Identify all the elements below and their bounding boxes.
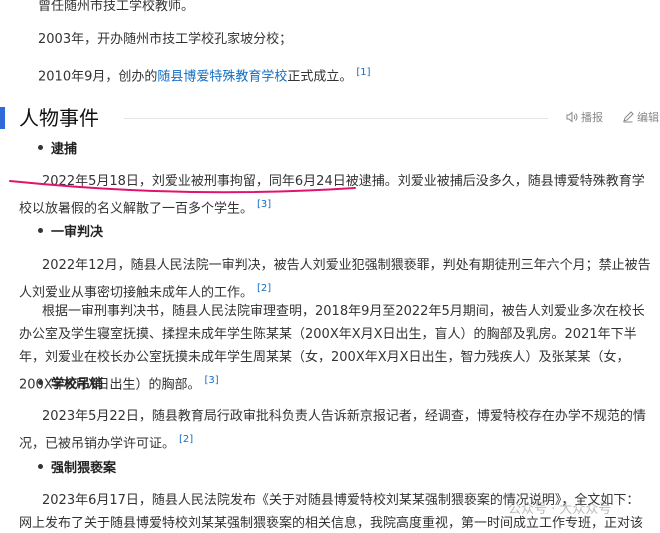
pencil-icon bbox=[623, 111, 634, 123]
section-divider bbox=[124, 118, 548, 119]
event-paragraph: 2022年5月18日，刘爱业被刑事拘留，同年6月24日被逮捕。刘爱业被捕后没多久… bbox=[19, 170, 651, 220]
citation-ref[interactable]: [2] bbox=[179, 434, 193, 445]
intro-line-1: 曾任随州市技工学校教师。 bbox=[38, 0, 195, 14]
section-title: 人物事件 bbox=[19, 106, 99, 130]
broadcast-button[interactable]: 播报 bbox=[566, 110, 603, 126]
event-heading-text: 强制猥亵案 bbox=[51, 461, 117, 476]
paragraph-text: 2023年5月22日，随县教育局行政审批科负责人告诉新京报记者，经调查，博爱特校… bbox=[19, 409, 646, 452]
citation-ref[interactable]: [3] bbox=[257, 199, 271, 210]
broadcast-label: 播报 bbox=[581, 111, 603, 124]
paragraph-text: 2022年12月，随县人民法院一审判决，被告人刘爱业犯强制猥亵罪，判处有期徒刑三… bbox=[19, 258, 651, 301]
paragraph-text: 根据一审刑事判决书，随县人民法院审理查明，2018年9月至2022年5月期间，被… bbox=[19, 304, 645, 393]
intro-line-2: 2003年，开办随州市技工学校孔家坡分校； bbox=[38, 32, 293, 47]
citation-ref[interactable]: [2] bbox=[257, 283, 271, 294]
bullet-dot bbox=[38, 380, 43, 385]
edit-button[interactable]: 编辑 bbox=[622, 110, 659, 126]
event-paragraph: 2022年12月，随县人民法院一审判决，被告人刘爱业犯强制猥亵罪，判处有期徒刑三… bbox=[19, 254, 651, 304]
speaker-icon bbox=[566, 111, 578, 123]
event-heading-text: 一审判决 bbox=[51, 225, 104, 240]
event-heading-first-trial: 一审判决 bbox=[38, 223, 103, 243]
intro-line-3-suffix: 正式成立。 bbox=[287, 69, 353, 85]
section-accent-bar bbox=[0, 107, 5, 129]
citation-ref[interactable]: [1] bbox=[356, 67, 370, 78]
citation-ref[interactable]: [3] bbox=[205, 375, 219, 386]
edit-label: 编辑 bbox=[637, 111, 659, 124]
intro-line-3: 2010年9月，创办的随县博爱特殊教育学校正式成立。 [1] bbox=[38, 61, 660, 88]
school-link[interactable]: 随县博爱特殊教育学校 bbox=[157, 69, 287, 84]
event-heading-license-revoked: 学校吊销 bbox=[38, 375, 103, 395]
event-heading-arrest: 逮捕 bbox=[38, 140, 77, 160]
bullet-dot bbox=[38, 228, 43, 233]
event-heading-indecency-case: 强制猥亵案 bbox=[38, 459, 116, 479]
event-heading-text: 逮捕 bbox=[51, 142, 78, 157]
bullet-dot bbox=[38, 145, 43, 150]
watermark: 公众号 · 大众众号 bbox=[508, 502, 612, 517]
intro-line-3-prefix: 2010年9月，创办的 bbox=[38, 69, 158, 85]
event-paragraph: 2023年5月22日，随县教育局行政审批科负责人告诉新京报记者，经调查，博爱特校… bbox=[19, 405, 651, 455]
bullet-dot bbox=[38, 464, 43, 469]
event-heading-text: 学校吊销 bbox=[51, 377, 104, 392]
event-paragraph: 根据一审刑事判决书，随县人民法院审理查明，2018年9月至2022年5月期间，被… bbox=[19, 300, 651, 396]
paragraph-text: 2022年5月18日，刘爱业被刑事拘留，同年6月24日被逮捕。刘爱业被捕后没多久… bbox=[19, 174, 645, 217]
